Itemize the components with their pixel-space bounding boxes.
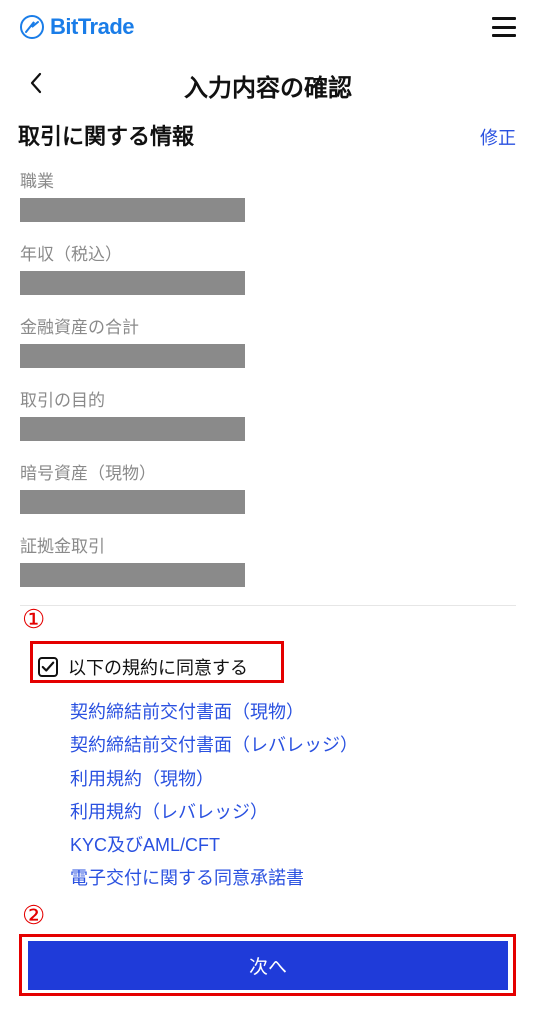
field-margin: 証拠金取引: [20, 532, 516, 587]
divider: [20, 605, 516, 606]
field-label: 暗号資産（現物）: [20, 459, 516, 484]
field-value-redacted: [20, 417, 245, 441]
field-assets: 金融資産の合計: [20, 313, 516, 368]
fields-list: 職業 年収（税込） 金融資産の合計 取引の目的 暗号資産（現物） 証拠金取引: [0, 159, 536, 587]
field-label: 職業: [20, 167, 516, 192]
title-bar: 入力内容の確認: [0, 50, 536, 113]
check-icon: [41, 660, 55, 674]
back-button[interactable]: [28, 70, 44, 102]
field-value-redacted: [20, 271, 245, 295]
field-label: 取引の目的: [20, 386, 516, 411]
chevron-left-icon: [28, 71, 44, 95]
field-label: 金融資産の合計: [20, 313, 516, 338]
doc-link-contract-spot[interactable]: 契約締結前交付書面（現物）: [70, 696, 536, 729]
field-value-redacted: [20, 198, 245, 222]
field-value-redacted: [20, 344, 245, 368]
field-crypto-spot: 暗号資産（現物）: [20, 459, 516, 514]
brand-name: BitTrade: [50, 14, 134, 40]
consent-checkbox[interactable]: [38, 657, 58, 677]
hamburger-menu-icon[interactable]: [492, 17, 516, 37]
logo-mark-icon: [20, 15, 44, 39]
annotation-2: ②: [22, 901, 45, 931]
field-value-redacted: [20, 490, 245, 514]
doc-link-electronic-consent[interactable]: 電子交付に関する同意承諾書: [70, 862, 536, 895]
field-purpose: 取引の目的: [20, 386, 516, 441]
page-title: 入力内容の確認: [20, 68, 516, 103]
section-header: 取引に関する情報 修正: [0, 113, 536, 159]
field-occupation: 職業: [20, 167, 516, 222]
doc-link-contract-leverage[interactable]: 契約締結前交付書面（レバレッジ）: [70, 729, 536, 762]
field-label: 年収（税込）: [20, 240, 516, 265]
consent-row: 以下の規約に同意する: [0, 648, 536, 686]
brand-logo[interactable]: BitTrade: [20, 14, 134, 40]
annotation-1: ①: [22, 605, 45, 635]
edit-link[interactable]: 修正: [480, 124, 516, 150]
document-links: 契約締結前交付書面（現物） 契約締結前交付書面（レバレッジ） 利用規約（現物） …: [0, 686, 536, 896]
doc-link-kyc-aml[interactable]: KYC及びAML/CFT: [70, 829, 536, 862]
next-button[interactable]: 次へ: [28, 941, 508, 990]
section-title: 取引に関する情報: [18, 119, 194, 151]
doc-link-terms-spot[interactable]: 利用規約（現物）: [70, 763, 536, 796]
doc-link-terms-leverage[interactable]: 利用規約（レバレッジ）: [70, 796, 536, 829]
app-header: BitTrade: [0, 0, 536, 50]
field-value-redacted: [20, 563, 245, 587]
consent-label: 以下の規約に同意する: [68, 654, 248, 680]
field-income: 年収（税込）: [20, 240, 516, 295]
field-label: 証拠金取引: [20, 532, 516, 557]
